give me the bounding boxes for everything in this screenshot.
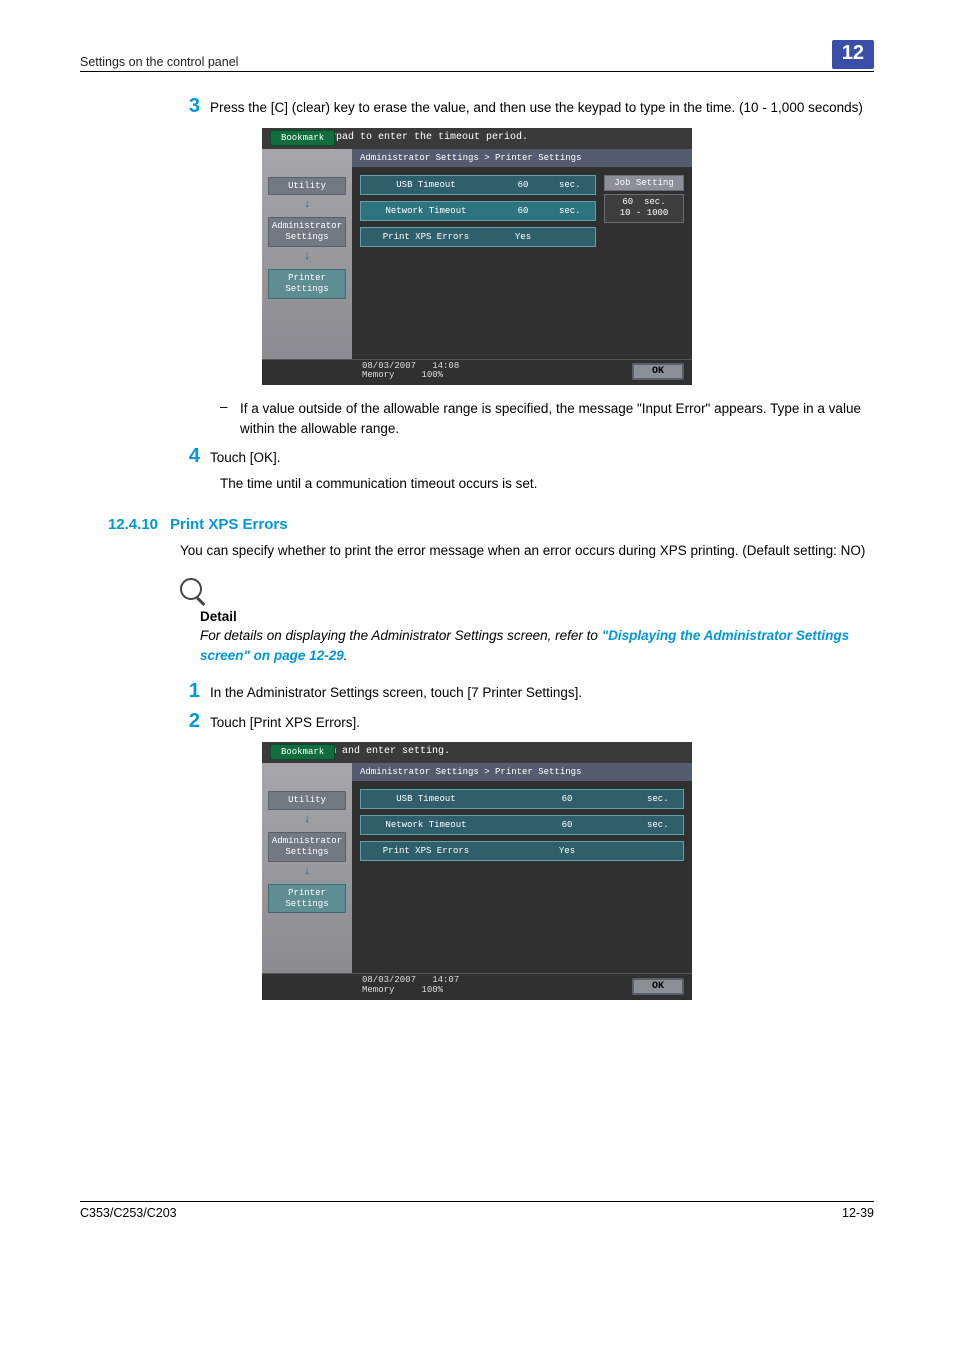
sidebar-item-admin[interactable]: Administrator Settings: [268, 832, 346, 862]
row-network-timeout[interactable]: Network Timeout 60 sec.: [360, 201, 596, 221]
sidebar-item-printer-settings[interactable]: Printer Settings: [268, 269, 346, 299]
job-setting-value: 60 sec. 10 - 1000: [604, 194, 684, 223]
control-panel-screenshot: Select item and enter setting. Bookmark …: [262, 742, 692, 1000]
down-arrow-icon: ↓: [268, 197, 346, 211]
row-value: 60: [491, 206, 555, 216]
section-number: 12.4.10: [80, 516, 170, 533]
detail-text: For details on displaying the Administra…: [200, 626, 874, 665]
step-number: 4: [170, 446, 210, 468]
step-number: 2: [170, 711, 210, 733]
breadcrumb: Administrator Settings > Printer Setting…: [352, 763, 692, 781]
down-arrow-icon: ↓: [268, 249, 346, 263]
footer-model: C353/C253/C203: [80, 1206, 177, 1220]
row-value: 60: [491, 180, 555, 190]
down-arrow-icon: ↓: [268, 812, 346, 826]
section-intro: You can specify whether to print the err…: [180, 541, 874, 561]
step-text: Touch [OK].: [210, 446, 874, 468]
footer-page: 12-39: [842, 1206, 874, 1220]
sidebar-item-utility[interactable]: Utility: [268, 177, 346, 196]
breadcrumb: Administrator Settings > Printer Setting…: [352, 149, 692, 167]
status-bar: 08/03/2007 14:08 Memory 100%: [362, 362, 459, 382]
control-panel-screenshot: Use the keypad to enter the timeout peri…: [262, 128, 692, 386]
row-unit: sec.: [643, 820, 683, 830]
row-label: USB Timeout: [361, 180, 491, 190]
dash-bullet: –: [220, 399, 240, 438]
ok-button[interactable]: OK: [632, 363, 684, 380]
ok-button[interactable]: OK: [632, 978, 684, 995]
row-value: 60: [491, 794, 643, 804]
step-text: Touch [Print XPS Errors].: [210, 711, 874, 733]
down-arrow-icon: ↓: [268, 864, 346, 878]
row-label: Network Timeout: [361, 820, 491, 830]
row-print-xps-errors[interactable]: Print XPS Errors Yes: [360, 227, 596, 247]
magnifier-icon: [180, 578, 202, 600]
step-number: 1: [170, 681, 210, 703]
sidebar-item-printer-settings[interactable]: Printer Settings: [268, 884, 346, 914]
job-setting-header: Job Setting: [604, 175, 684, 191]
result-text: The time until a communication timeout o…: [220, 474, 874, 494]
row-print-xps-errors[interactable]: Print XPS Errors Yes: [360, 841, 684, 861]
section-title: Print XPS Errors: [170, 516, 288, 533]
row-unit: sec.: [555, 206, 595, 216]
note-text: If a value outside of the allowable rang…: [240, 399, 874, 438]
step-text: Press the [C] (clear) key to erase the v…: [210, 96, 874, 118]
row-value: Yes: [491, 232, 555, 242]
row-unit: sec.: [555, 180, 595, 190]
row-network-timeout[interactable]: Network Timeout 60 sec.: [360, 815, 684, 835]
row-value: 60: [491, 820, 643, 830]
row-label: USB Timeout: [361, 794, 491, 804]
row-usb-timeout[interactable]: USB Timeout 60 sec.: [360, 789, 684, 809]
row-value: Yes: [491, 846, 643, 856]
step-number: 3: [170, 96, 210, 118]
running-header: Settings on the control panel: [80, 55, 238, 69]
bookmark-button[interactable]: Bookmark: [270, 130, 335, 146]
row-unit: sec.: [643, 794, 683, 804]
detail-label: Detail: [200, 609, 874, 624]
step-text: In the Administrator Settings screen, to…: [210, 681, 874, 703]
row-label: Print XPS Errors: [361, 846, 491, 856]
row-label: Print XPS Errors: [361, 232, 491, 242]
sidebar-item-admin[interactable]: Administrator Settings: [268, 217, 346, 247]
status-bar: 08/03/2007 14:07 Memory 100%: [362, 976, 459, 996]
chapter-badge: 12: [832, 40, 874, 69]
bookmark-button[interactable]: Bookmark: [270, 744, 335, 760]
row-label: Network Timeout: [361, 206, 491, 216]
sidebar-item-utility[interactable]: Utility: [268, 791, 346, 810]
row-usb-timeout[interactable]: USB Timeout 60 sec.: [360, 175, 596, 195]
